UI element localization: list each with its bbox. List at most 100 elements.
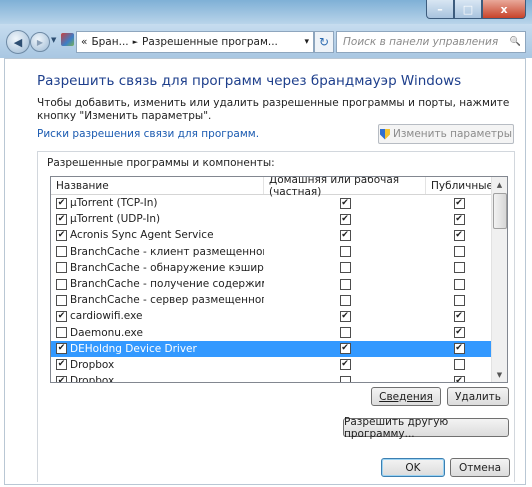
home-network-checkbox[interactable] bbox=[339, 294, 351, 306]
program-name: DEHoldng Device Driver bbox=[70, 342, 197, 355]
details-button[interactable]: Сведения bbox=[371, 387, 441, 406]
breadcrumb-separator-icon[interactable]: ► bbox=[129, 38, 138, 46]
main-content: Разрешить связь для программ через бранд… bbox=[4, 58, 526, 485]
program-enabled-checkbox[interactable] bbox=[56, 294, 67, 306]
program-name: µTorrent (UDP-In) bbox=[70, 213, 161, 226]
table-row[interactable]: BranchCache - сервер размещенного кэ... bbox=[51, 292, 492, 308]
program-name-cell: ✔ Dropbox bbox=[51, 375, 264, 382]
table-row[interactable]: ✔ DEHoldng Device Driver ✔ ✔ bbox=[51, 340, 492, 357]
scroll-up-arrow-icon[interactable]: ▲ bbox=[492, 177, 507, 192]
public-network-checkbox[interactable]: ✔ bbox=[453, 343, 465, 355]
program-enabled-checkbox[interactable] bbox=[56, 262, 67, 274]
navigation-bar: ◀ ▶ ▼ « Бран... ► Разрешенные програм...… bbox=[0, 24, 532, 58]
search-input[interactable]: Поиск в панели управления bbox=[337, 36, 510, 48]
public-network-checkbox[interactable]: ✔ bbox=[453, 375, 465, 382]
public-network-checkbox[interactable] bbox=[453, 246, 465, 258]
public-network-cell bbox=[426, 278, 492, 290]
search-icon[interactable]: 🔍 bbox=[510, 37, 525, 47]
home-network-checkbox[interactable] bbox=[339, 262, 351, 274]
public-network-checkbox[interactable]: ✔ bbox=[453, 229, 465, 241]
home-network-cell bbox=[264, 294, 426, 306]
address-bar[interactable]: « Бран... ► Разрешенные програм... ▾ bbox=[76, 31, 314, 53]
home-network-cell: ✔ bbox=[264, 197, 426, 209]
breadcrumb-overflow[interactable]: « bbox=[77, 36, 87, 48]
breadcrumb-item-allowed-programs[interactable]: Разрешенные програм... bbox=[138, 36, 304, 48]
vertical-scrollbar[interactable]: ▲ ▼ bbox=[491, 177, 507, 382]
home-network-cell: ✔ bbox=[264, 310, 426, 322]
program-enabled-checkbox[interactable]: ✔ bbox=[56, 310, 67, 322]
public-network-checkbox[interactable]: ✔ bbox=[453, 213, 465, 225]
address-dropdown-icon[interactable]: ▾ bbox=[304, 37, 313, 47]
forward-button[interactable]: ▶ bbox=[30, 32, 50, 52]
home-network-checkbox[interactable]: ✔ bbox=[339, 229, 351, 241]
program-enabled-checkbox[interactable] bbox=[56, 278, 67, 290]
public-network-cell: ✔ bbox=[426, 213, 492, 225]
home-network-cell bbox=[264, 327, 426, 339]
breadcrumb-item-firewall[interactable]: Бран... bbox=[87, 36, 128, 48]
remove-button[interactable]: Удалить bbox=[447, 387, 509, 406]
change-settings-button[interactable]: Изменить параметры bbox=[378, 124, 514, 144]
public-network-checkbox[interactable] bbox=[453, 278, 465, 290]
title-bar[interactable]: – □ x bbox=[0, 0, 532, 24]
home-network-checkbox[interactable] bbox=[339, 246, 351, 258]
cancel-button[interactable]: Отмена bbox=[450, 458, 510, 477]
public-network-checkbox[interactable] bbox=[453, 294, 465, 306]
arrow-right-icon: ▶ bbox=[36, 37, 44, 47]
column-header-public[interactable]: Публичные ▲ bbox=[426, 177, 498, 194]
home-network-checkbox[interactable]: ✔ bbox=[339, 197, 351, 209]
home-network-checkbox[interactable]: ✔ bbox=[339, 343, 351, 355]
home-network-cell bbox=[264, 375, 426, 382]
column-header-name[interactable]: Название bbox=[51, 177, 264, 194]
program-enabled-checkbox[interactable]: ✔ bbox=[56, 343, 67, 355]
search-box[interactable]: Поиск в панели управления 🔍 bbox=[336, 31, 526, 53]
program-enabled-checkbox[interactable] bbox=[56, 327, 67, 339]
recent-pages-chevron-icon[interactable]: ▼ bbox=[51, 36, 56, 44]
home-network-checkbox[interactable] bbox=[339, 278, 351, 290]
public-network-checkbox[interactable]: ✔ bbox=[453, 327, 465, 339]
public-network-checkbox[interactable] bbox=[453, 359, 465, 371]
remove-button-label: Удалить bbox=[455, 390, 501, 403]
table-row[interactable]: BranchCache - получение содержимого ... bbox=[51, 276, 492, 292]
program-enabled-checkbox[interactable]: ✔ bbox=[56, 375, 67, 382]
home-network-cell bbox=[264, 246, 426, 258]
ok-button[interactable]: OK bbox=[381, 458, 445, 477]
table-row[interactable]: ✔ cardiowifi.exe ✔ ✔ bbox=[51, 308, 492, 324]
program-name: Dropbox bbox=[70, 358, 115, 371]
program-enabled-checkbox[interactable]: ✔ bbox=[56, 359, 67, 371]
program-enabled-checkbox[interactable]: ✔ bbox=[56, 229, 67, 241]
home-network-checkbox[interactable]: ✔ bbox=[339, 359, 351, 371]
program-enabled-checkbox[interactable]: ✔ bbox=[56, 213, 67, 225]
public-network-checkbox[interactable] bbox=[453, 262, 465, 274]
program-name-cell: ✔ DEHoldng Device Driver bbox=[51, 343, 264, 355]
table-row[interactable]: BranchCache - обнаружение кэширующ... bbox=[51, 260, 492, 276]
scroll-thumb[interactable] bbox=[493, 193, 507, 229]
home-network-checkbox[interactable]: ✔ bbox=[339, 310, 351, 322]
allow-another-program-button[interactable]: Разрешить другую программу... bbox=[343, 416, 509, 440]
back-button[interactable]: ◀ bbox=[6, 30, 30, 54]
program-name: µTorrent (TCP-In) bbox=[70, 197, 158, 210]
table-row[interactable]: ✔ µTorrent (TCP-In) ✔ ✔ bbox=[51, 195, 492, 211]
programs-list[interactable]: Название Домашняя или рабочая (частная) … bbox=[50, 176, 508, 383]
risks-link[interactable]: Риски разрешения связи для программ. bbox=[37, 128, 259, 140]
table-row[interactable]: Daemonu.exe ✔ bbox=[51, 325, 492, 341]
table-row[interactable]: ✔ µTorrent (UDP-In) ✔ ✔ bbox=[51, 211, 492, 227]
program-enabled-checkbox[interactable]: ✔ bbox=[56, 197, 67, 209]
home-network-checkbox[interactable] bbox=[339, 327, 351, 339]
refresh-button[interactable]: ↻ bbox=[314, 31, 334, 53]
close-button[interactable]: x bbox=[482, 0, 526, 19]
table-row[interactable]: ✔ Acronis Sync Agent Service ✔ ✔ bbox=[51, 227, 492, 243]
arrow-left-icon: ◀ bbox=[13, 35, 23, 49]
home-network-checkbox[interactable]: ✔ bbox=[339, 213, 351, 225]
column-header-home[interactable]: Домашняя или рабочая (частная) bbox=[264, 177, 426, 198]
public-network-cell bbox=[426, 262, 492, 274]
public-network-checkbox[interactable]: ✔ bbox=[453, 197, 465, 209]
table-row[interactable]: ✔ Dropbox ✔ bbox=[51, 373, 492, 382]
table-row[interactable]: BranchCache - клиент размещенного кэ... bbox=[51, 244, 492, 260]
table-row[interactable]: ✔ Dropbox ✔ bbox=[51, 357, 492, 373]
home-network-checkbox[interactable] bbox=[339, 375, 351, 382]
minimize-button[interactable]: – bbox=[426, 0, 454, 19]
maximize-button[interactable]: □ bbox=[454, 0, 482, 19]
program-enabled-checkbox[interactable] bbox=[56, 246, 67, 258]
scroll-down-arrow-icon[interactable]: ▼ bbox=[492, 367, 507, 382]
public-network-checkbox[interactable]: ✔ bbox=[453, 310, 465, 322]
